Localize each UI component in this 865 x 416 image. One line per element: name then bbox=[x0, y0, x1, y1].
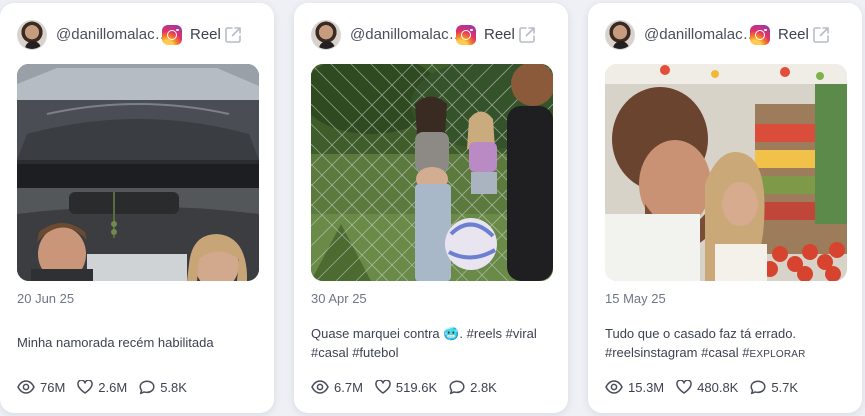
heart-icon bbox=[676, 380, 692, 394]
caption-hashtags: #reelsinstagram #casal # bbox=[605, 345, 750, 360]
likes-count: 2.6M bbox=[98, 379, 128, 395]
post-stats: 15.3M 480.8K 5.7K bbox=[605, 377, 850, 397]
username[interactable]: @danillomalaca... bbox=[56, 26, 174, 43]
post-caption: Minha namorada recém habilitada bbox=[17, 333, 257, 352]
post-caption: Quase marquei contra 🥶. #reels #viral #c… bbox=[311, 324, 551, 362]
post-card-2[interactable]: @danillomalaca... Reel 30 Apr 25 Quase m… bbox=[294, 3, 568, 413]
heart-icon bbox=[77, 380, 94, 394]
username[interactable]: @danillomalaca... bbox=[350, 26, 468, 43]
comment-icon bbox=[449, 379, 465, 394]
post-caption: Tudo que o casado faz tá errado. #reelsi… bbox=[605, 324, 845, 364]
eye-icon bbox=[605, 380, 623, 394]
views-count: 15.3M bbox=[628, 379, 665, 395]
comment-icon bbox=[750, 379, 766, 394]
caption-line: Minha namorada recém habilitada bbox=[17, 335, 214, 350]
post-thumbnail[interactable] bbox=[17, 64, 259, 281]
post-date: 30 Apr 25 bbox=[311, 291, 367, 306]
card-header: @danillomalaca... Reel bbox=[0, 17, 274, 55]
comments-count: 5.7K bbox=[771, 379, 799, 395]
post-type-label: Reel bbox=[190, 26, 221, 43]
external-link-icon[interactable] bbox=[812, 26, 830, 44]
post-stats: 6.7M 519.6K 2.8K bbox=[311, 377, 556, 397]
caption-line: Tudo que o casado faz tá errado. bbox=[605, 326, 797, 341]
post-thumbnail[interactable] bbox=[311, 64, 553, 281]
card-header: @danillomalaca... Reel bbox=[294, 17, 568, 55]
likes-stat: 519.6K bbox=[375, 380, 437, 395]
eye-icon bbox=[311, 380, 329, 394]
comments-count: 5.8K bbox=[160, 379, 187, 395]
post-thumbnail[interactable] bbox=[605, 64, 847, 281]
avatar[interactable] bbox=[17, 20, 47, 50]
comments-count: 2.8K bbox=[470, 379, 497, 395]
post-stats: 76M 2.6M 5.8K bbox=[17, 377, 262, 397]
instagram-icon bbox=[162, 25, 182, 45]
post-card-1[interactable]: @danillomalaca... Reel 20 Jun 25 Minha n… bbox=[0, 3, 274, 413]
external-link-icon[interactable] bbox=[224, 26, 242, 44]
post-date: 20 Jun 25 bbox=[17, 291, 75, 306]
caption-hashtag-small: EXPLORAR bbox=[749, 349, 806, 360]
external-link-icon[interactable] bbox=[518, 26, 536, 44]
views-count: 76M bbox=[40, 379, 66, 395]
likes-stat: 480.8K bbox=[676, 380, 738, 395]
caption-line: Quase marquei contra 🥶. #reels #viral bbox=[311, 326, 537, 341]
eye-icon bbox=[17, 380, 35, 394]
comment-icon bbox=[139, 379, 155, 394]
avatar[interactable] bbox=[605, 20, 635, 50]
heart-icon bbox=[375, 380, 391, 394]
username[interactable]: @danillomalaca... bbox=[644, 26, 762, 43]
views-stat: 15.3M bbox=[605, 380, 664, 395]
likes-count: 519.6K bbox=[395, 379, 438, 395]
comments-stat: 2.8K bbox=[449, 380, 497, 395]
likes-stat: 2.6M bbox=[77, 380, 127, 395]
views-stat: 6.7M bbox=[311, 380, 363, 395]
card-header: @danillomalaca... Reel bbox=[588, 17, 862, 55]
avatar[interactable] bbox=[311, 20, 341, 50]
likes-count: 480.8K bbox=[697, 379, 739, 395]
post-card-3[interactable]: @danillomalaca... Reel 15 May 25 Tudo qu… bbox=[588, 3, 862, 413]
comments-stat: 5.7K bbox=[750, 380, 798, 395]
post-type-label: Reel bbox=[484, 26, 515, 43]
post-date: 15 May 25 bbox=[605, 291, 666, 306]
views-count: 6.7M bbox=[334, 379, 363, 395]
instagram-icon bbox=[456, 25, 476, 45]
caption-line: #reelsinstagram #casal #EXPLORAR bbox=[605, 343, 845, 364]
views-stat: 76M bbox=[17, 380, 65, 395]
caption-line: #casal #futebol bbox=[311, 345, 399, 360]
instagram-icon bbox=[750, 25, 770, 45]
post-type-label: Reel bbox=[778, 26, 809, 43]
comments-stat: 5.8K bbox=[139, 380, 187, 395]
